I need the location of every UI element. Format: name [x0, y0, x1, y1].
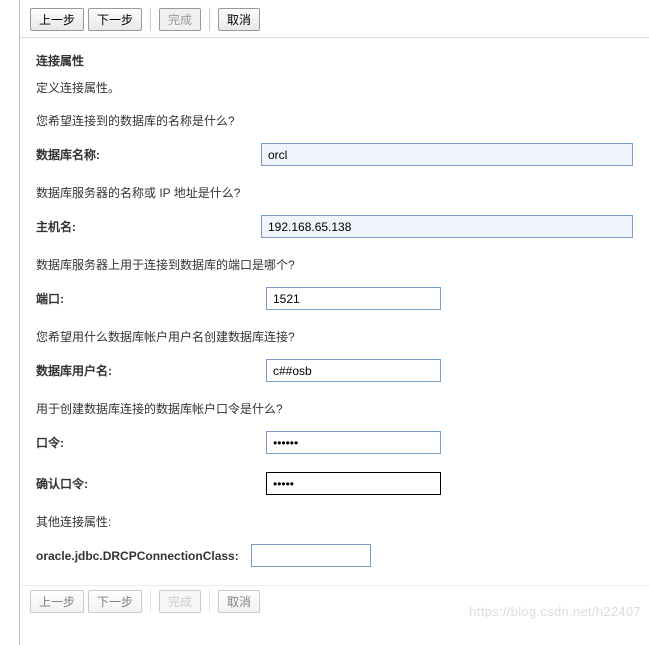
prev-button[interactable]: 上一步 [30, 8, 84, 31]
user-label: 数据库用户名: [36, 362, 266, 379]
cancel-button-bottom[interactable]: 取消 [218, 590, 260, 613]
finish-button: 完成 [159, 8, 201, 31]
top-button-row: 上一步 下一步 完成 取消 [20, 4, 649, 38]
user-input[interactable] [266, 359, 441, 382]
cancel-button[interactable]: 取消 [218, 8, 260, 31]
drcp-input[interactable] [251, 544, 371, 567]
button-divider [150, 8, 151, 31]
dbname-question: 您希望连接到的数据库的名称是什么? [36, 112, 633, 129]
watermark-text: https://blog.csdn.net/h22407 [469, 604, 641, 619]
drcp-label: oracle.jdbc.DRCPConnectionClass: [36, 549, 239, 563]
page-subtitle: 定义连接属性。 [36, 79, 633, 96]
finish-button-bottom: 完成 [159, 590, 201, 613]
user-question: 您希望用什么数据库帐户用户名创建数据库连接? [36, 328, 633, 345]
button-divider [209, 590, 210, 613]
confirm-password-input[interactable] [266, 472, 441, 495]
prev-button-bottom[interactable]: 上一步 [30, 590, 84, 613]
page-title: 连接属性 [36, 52, 633, 69]
confirm-password-label: 确认口令: [36, 475, 266, 492]
side-panel-rail [0, 0, 20, 645]
port-label: 端口: [36, 290, 266, 307]
password-input[interactable] [266, 431, 441, 454]
port-question: 数据库服务器上用于连接到数据库的端口是哪个? [36, 256, 633, 273]
port-input[interactable] [266, 287, 441, 310]
password-question: 用于创建数据库连接的数据库帐户口令是什么? [36, 400, 633, 417]
button-divider [150, 590, 151, 613]
button-divider [209, 8, 210, 31]
dbname-label: 数据库名称: [36, 146, 261, 163]
other-attributes-title: 其他连接属性: [36, 513, 633, 530]
next-button[interactable]: 下一步 [88, 8, 142, 31]
host-question: 数据库服务器的名称或 IP 地址是什么? [36, 184, 633, 201]
host-label: 主机名: [36, 218, 261, 235]
next-button-bottom[interactable]: 下一步 [88, 590, 142, 613]
dbname-input[interactable] [261, 143, 633, 166]
password-label: 口令: [36, 434, 266, 451]
host-input[interactable] [261, 215, 633, 238]
